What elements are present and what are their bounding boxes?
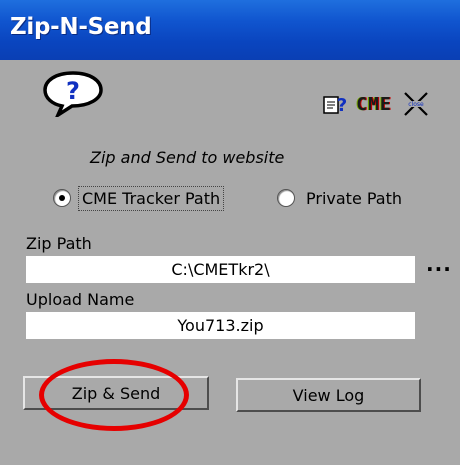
subtitle-text: Zip and Send to website — [90, 148, 285, 167]
cme-icon[interactable]: CME — [356, 89, 392, 119]
cme-icon-label: CME — [356, 93, 392, 115]
zip-n-send-window: Zip-N-Send ? ? CME close Zip and Send to… — [0, 0, 460, 465]
zip-path-label: Zip Path — [26, 234, 92, 253]
question-bubble-icon[interactable]: ? — [42, 71, 104, 117]
svg-text:?: ? — [66, 77, 80, 105]
radio-private-path[interactable]: Private Path — [277, 183, 405, 213]
view-log-button[interactable]: View Log — [236, 378, 421, 412]
radio-label-private-path: Private Path — [306, 188, 403, 208]
notepad-help-icon[interactable]: ? — [320, 89, 352, 119]
title-bar[interactable]: Zip-N-Send — [0, 0, 460, 60]
radio-label-cme-tracker: CME Tracker Path — [77, 185, 225, 211]
radio-button-unselected[interactable] — [277, 189, 295, 207]
svg-text:close: close — [408, 101, 424, 108]
zip-send-button[interactable]: Zip & Send — [23, 376, 209, 410]
svg-text:?: ? — [337, 95, 347, 116]
zip-path-field[interactable]: C:\CMETkr2\ — [26, 256, 415, 283]
upload-name-field[interactable]: You713.zip — [26, 312, 415, 339]
upload-name-label: Upload Name — [26, 290, 135, 309]
radio-cme-tracker-path[interactable]: CME Tracker Path — [53, 183, 225, 213]
radio-button-selected[interactable] — [53, 189, 71, 207]
browse-button[interactable]: ... — [426, 254, 452, 274]
close-x-icon[interactable]: close — [400, 89, 432, 119]
window-title: Zip-N-Send — [10, 14, 152, 40]
